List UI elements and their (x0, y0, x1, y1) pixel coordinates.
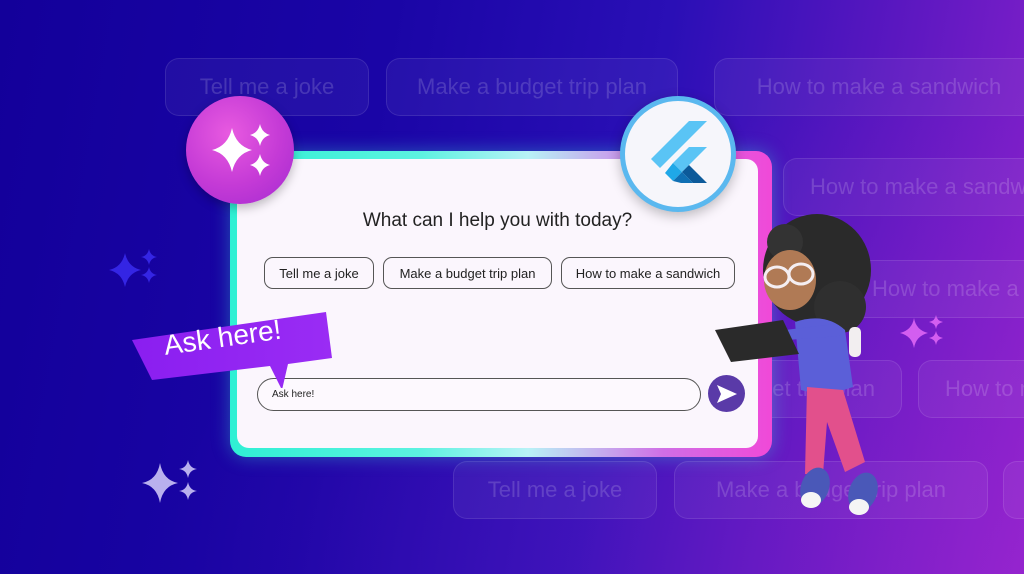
suggestion-chip-budget-trip[interactable]: Make a budget trip plan (383, 257, 552, 289)
character-illustration (715, 214, 878, 515)
sparkles-icon (900, 315, 943, 348)
suggestion-chip-label: Tell me a joke (279, 265, 359, 281)
background-chip: Tell me a joke (453, 461, 657, 519)
flutter-logo-icon (651, 121, 707, 183)
suggestion-chip-label: How to make a sandwich (575, 265, 721, 281)
background-chip: How to make a sandwich (714, 58, 1024, 116)
card-title: What can I help you with today? (362, 210, 633, 231)
background-chip (1003, 461, 1024, 519)
suggestion-chip-joke[interactable]: Tell me a joke (264, 257, 374, 289)
prompt-input-value: Ask here! (272, 389, 315, 400)
background-chip-label: How to make a sandwich (810, 174, 1024, 199)
background-chip-label: How to make a sandwich (945, 376, 1024, 401)
background-chip: How to make a sandwich (918, 360, 1024, 418)
sparkles-icon (142, 460, 197, 503)
flutter-badge (620, 96, 736, 212)
background-chip: How to make a sandwich (783, 158, 1024, 216)
background-chip-label: How to make a sandwich (756, 74, 1002, 99)
magic-badge (186, 96, 294, 204)
suggestion-chip-label: Make a budget trip plan (399, 265, 536, 281)
background-chip-label: Make a budget trip plan (417, 74, 647, 99)
sparkles-icon (109, 249, 157, 287)
sparkles-icon (212, 124, 270, 176)
background-chip-label: Tell me a joke (487, 477, 623, 502)
suggestion-chip-sandwich[interactable]: How to make a sandwich (561, 257, 735, 289)
